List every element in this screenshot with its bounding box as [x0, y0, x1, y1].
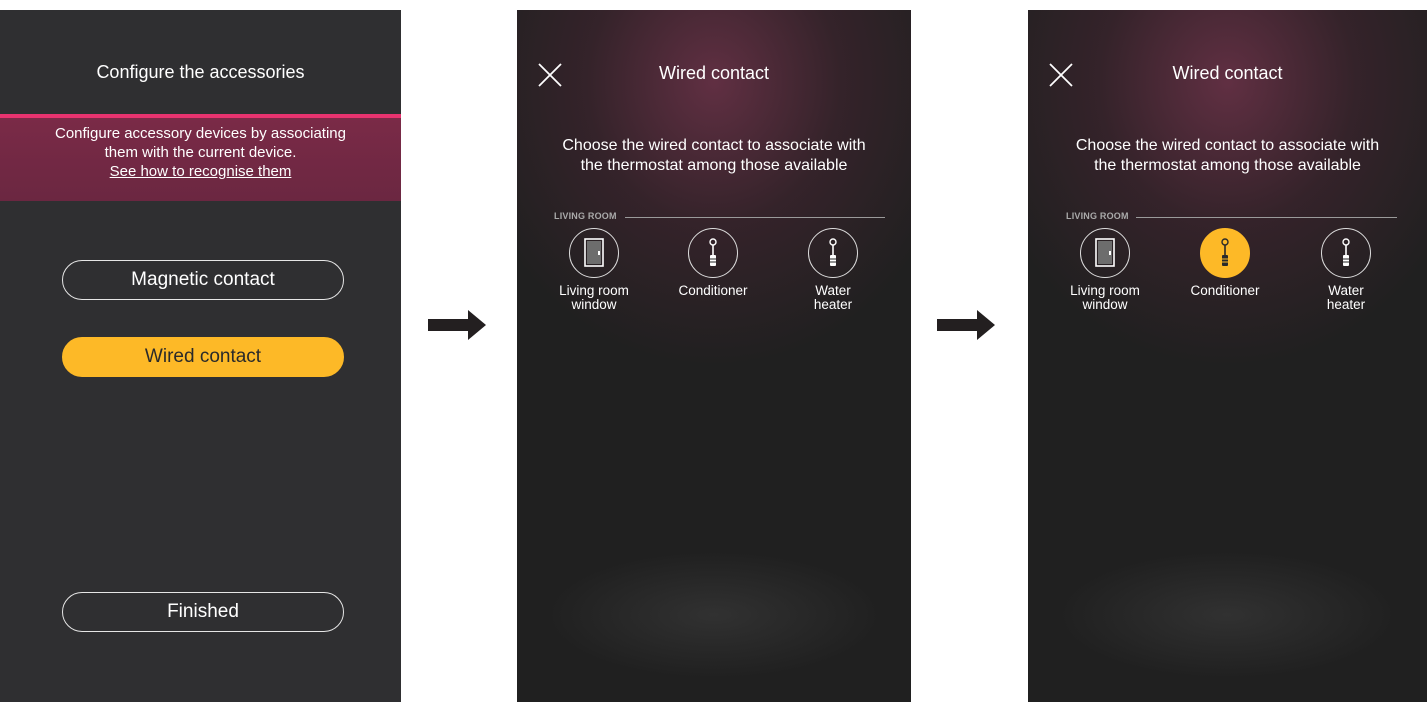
sensor-probe-icon: [1321, 228, 1371, 278]
contact-label: Living room: [559, 283, 629, 298]
wired-contact-button[interactable]: Wired contact: [62, 337, 344, 377]
contact-item-conditioner-selected[interactable]: Conditioner: [1170, 228, 1280, 298]
door-icon: [1080, 228, 1130, 278]
sensor-probe-icon: [1200, 228, 1250, 278]
room-section-label: LIVING ROOM: [554, 211, 617, 221]
wired-contact-selected-screen: Wired contact Choose the wired contact t…: [1028, 10, 1427, 702]
contact-item-living-room-window[interactable]: Living room window: [1050, 228, 1160, 312]
contact-item-living-room-window[interactable]: Living room window: [539, 228, 649, 312]
contact-label: heater: [813, 297, 853, 312]
door-icon: [569, 228, 619, 278]
page-title: Configure the accessories: [96, 62, 305, 82]
room-divider: [1136, 217, 1397, 218]
right-arrow-icon: [937, 310, 995, 340]
contact-label: Water: [1328, 283, 1364, 298]
banner-text-line2: them with the current device.: [104, 144, 297, 161]
room-divider: [625, 217, 885, 218]
contact-label: heater: [1326, 297, 1366, 312]
instructions-line2: the thermostat among those available: [580, 157, 848, 174]
instructions: Choose the wired contact to associate wi…: [1038, 136, 1417, 176]
right-arrow-icon: [428, 310, 486, 340]
instructions-line1: Choose the wired contact to associate wi…: [562, 137, 866, 154]
instructions-line1: Choose the wired contact to associate wi…: [1075, 137, 1380, 154]
recognise-link[interactable]: See how to recognise them: [0, 162, 401, 181]
contact-label: Water: [815, 283, 851, 298]
banner-text-line1: Configure accessory devices by associati…: [55, 125, 346, 142]
sensor-probe-icon: [688, 228, 738, 278]
contact-item-conditioner[interactable]: Conditioner: [658, 228, 768, 298]
info-banner: Configure accessory devices by associati…: [0, 118, 401, 201]
sensor-probe-icon: [808, 228, 858, 278]
instructions: Choose the wired contact to associate wi…: [527, 136, 901, 176]
configure-accessories-screen: Configure the accessories Configure acce…: [0, 10, 401, 702]
page-title: Wired contact: [658, 63, 770, 83]
finished-button[interactable]: Finished: [62, 592, 344, 632]
contact-label: Living room: [1070, 283, 1140, 298]
contact-label: Conditioner: [1190, 283, 1260, 298]
room-section-label: LIVING ROOM: [1066, 211, 1129, 221]
page-title: Wired contact: [1172, 63, 1283, 83]
contact-label: Conditioner: [678, 283, 748, 298]
contact-label: window: [571, 297, 617, 312]
instructions-line2: the thermostat among those available: [1094, 157, 1361, 174]
contact-label: window: [1082, 297, 1128, 312]
contact-item-water-heater[interactable]: Water heater: [1291, 228, 1401, 312]
contact-item-water-heater[interactable]: Water heater: [778, 228, 888, 312]
wired-contact-screen: Wired contact Choose the wired contact t…: [517, 10, 911, 702]
magnetic-contact-button[interactable]: Magnetic contact: [62, 260, 344, 300]
